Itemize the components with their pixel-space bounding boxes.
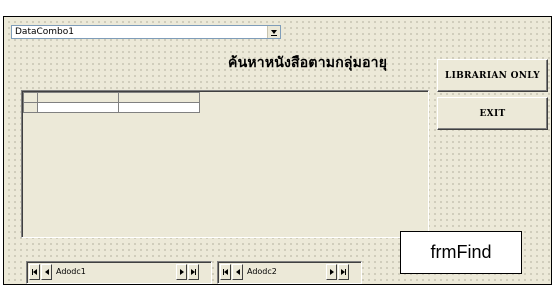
form-caption-label: frmFind bbox=[400, 231, 522, 274]
next-arrow-icon bbox=[179, 269, 184, 275]
combo-dropdown-button[interactable] bbox=[267, 26, 280, 38]
grid-header-row bbox=[23, 92, 200, 103]
librarian-only-button[interactable]: LIBRARIAN ONLY bbox=[437, 59, 548, 92]
last-record-button[interactable] bbox=[338, 264, 349, 280]
adodc1-control[interactable]: Adodc1 bbox=[26, 261, 212, 284]
last-record-bar-icon bbox=[345, 269, 346, 275]
next-arrow-icon bbox=[329, 269, 334, 275]
data-grid-table bbox=[23, 92, 200, 113]
grid-header-cell[interactable] bbox=[37, 92, 119, 103]
first-record-arrow-icon bbox=[224, 269, 228, 275]
exit-button[interactable]: EXIT bbox=[437, 97, 548, 130]
grid-header-cell[interactable] bbox=[118, 92, 200, 103]
first-record-button[interactable] bbox=[220, 264, 231, 280]
last-record-button[interactable] bbox=[188, 264, 199, 280]
previous-record-button[interactable] bbox=[232, 264, 243, 280]
first-record-button[interactable] bbox=[29, 264, 40, 280]
grid-cell[interactable] bbox=[37, 102, 119, 113]
data-combo[interactable]: DataCombo1 bbox=[11, 25, 281, 39]
previous-arrow-icon bbox=[44, 269, 49, 275]
form-design-surface: DataCombo1 ค้นหาหนังสือตามกลุ่มอายุ LIBR… bbox=[3, 16, 552, 285]
table-row bbox=[23, 102, 200, 113]
adodc2-control[interactable]: Adodc2 bbox=[217, 261, 362, 284]
first-record-arrow-icon bbox=[33, 269, 37, 275]
exit-button-label: EXIT bbox=[479, 108, 506, 119]
adodc2-caption: Adodc2 bbox=[247, 267, 277, 276]
form-title-label: ค้นหาหนังสือตามกลุ่มอายุ bbox=[228, 55, 388, 71]
last-record-bar-icon bbox=[195, 269, 196, 275]
data-grid[interactable] bbox=[21, 90, 429, 238]
adodc1-caption: Adodc1 bbox=[56, 267, 86, 276]
chevron-down-icon bbox=[271, 30, 277, 36]
grid-cell[interactable] bbox=[118, 102, 200, 113]
next-record-button[interactable] bbox=[326, 264, 337, 280]
next-record-button[interactable] bbox=[176, 264, 187, 280]
grid-header-cell[interactable] bbox=[23, 92, 38, 103]
previous-arrow-icon bbox=[235, 269, 240, 275]
data-combo-value: DataCombo1 bbox=[15, 27, 74, 37]
previous-record-button[interactable] bbox=[41, 264, 52, 280]
librarian-only-button-label: LIBRARIAN ONLY bbox=[444, 70, 541, 81]
grid-row-selector[interactable] bbox=[23, 102, 38, 113]
